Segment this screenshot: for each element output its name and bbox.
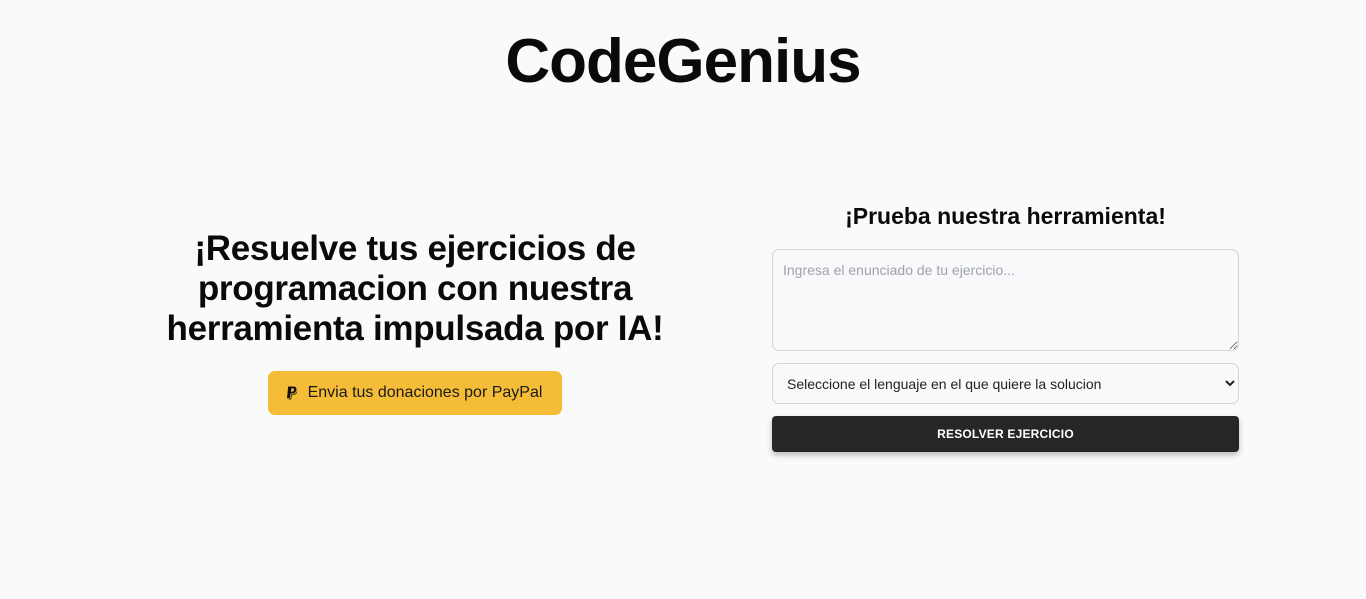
exercise-input[interactable] [772,249,1239,351]
paypal-donate-button[interactable]: Envia tus donaciones por PayPal [267,371,563,415]
hero-heading: ¡Resuelve tus ejercicios de programacion… [166,229,664,348]
tool-section: ¡Prueba nuestra herramienta! Seleccione … [772,200,1239,452]
tool-heading: ¡Prueba nuestra herramienta! [845,203,1166,229]
site-title: CodeGenius [505,27,861,96]
language-select[interactable]: Seleccione el lenguaje en el que quiere … [772,363,1239,404]
hero-section: ¡Resuelve tus ejercicios de programacion… [130,229,700,415]
solve-exercise-button[interactable]: RESOLVER EJERCICIO [772,416,1239,452]
page: CodeGenius ¡Resuelve tus ejercicios de p… [0,0,1366,599]
paypal-icon [286,386,298,400]
paypal-donate-label: Envia tus donaciones por PayPal [307,384,543,401]
